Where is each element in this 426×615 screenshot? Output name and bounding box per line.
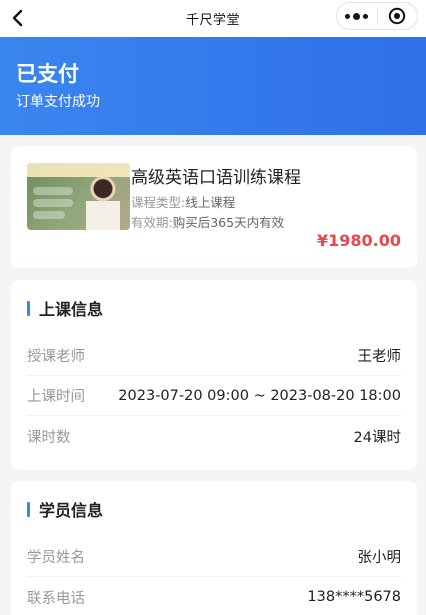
course-validity-label: 有效期: bbox=[131, 215, 173, 230]
close-miniprogram-button[interactable] bbox=[378, 3, 418, 29]
row-value: 王老师 bbox=[357, 349, 402, 365]
chevron-left-icon bbox=[12, 9, 23, 27]
section-title: 学员信息 bbox=[39, 501, 104, 520]
row-value: 2023-07-20 09:00 ~ 2023-08-20 18:00 bbox=[118, 387, 401, 404]
class-info-card: 上课信息 授课老师 王老师 上课时间 2023-07-20 09:00 ~ 20… bbox=[11, 280, 417, 470]
row-label: 课时数 bbox=[27, 429, 71, 446]
student-info-card: 学员信息 学员姓名 张小明 联系电话 138****5678 bbox=[11, 481, 417, 615]
info-row-hours: 课时数 24课时 bbox=[27, 416, 401, 456]
info-row-teacher: 授课老师 王老师 bbox=[27, 336, 401, 376]
section-title: 上课信息 bbox=[39, 300, 104, 319]
section-header: 上课信息 bbox=[27, 280, 401, 336]
section-accent-bar bbox=[27, 300, 30, 316]
course-name: 高级英语口语训练课程 bbox=[131, 168, 301, 188]
info-row-student-name: 学员姓名 张小明 bbox=[27, 537, 401, 577]
row-value: 138****5678 bbox=[307, 589, 401, 605]
course-thumbnail bbox=[27, 163, 130, 230]
payment-status-banner: 已支付 订单支付成功 bbox=[0, 37, 426, 135]
section-header: 学员信息 bbox=[27, 481, 401, 537]
course-type: 课程类型:线上课程 bbox=[131, 192, 235, 211]
navigation-bar: 千尺学堂 bbox=[0, 0, 426, 37]
row-label: 联系电话 bbox=[27, 590, 85, 607]
course-type-label: 课程类型: bbox=[131, 195, 186, 210]
course-type-value: 线上课程 bbox=[185, 195, 236, 210]
back-button[interactable] bbox=[6, 6, 28, 30]
section-accent-bar bbox=[27, 501, 30, 517]
status-title: 已支付 bbox=[16, 62, 79, 86]
row-value: 24课时 bbox=[353, 429, 401, 446]
more-menu-button[interactable] bbox=[337, 3, 377, 29]
row-label: 授课老师 bbox=[27, 349, 85, 365]
course-validity-value: 购买后365天内有效 bbox=[172, 215, 285, 230]
row-label: 上课时间 bbox=[27, 389, 85, 405]
info-row-phone: 联系电话 138****5678 bbox=[27, 577, 401, 615]
row-label: 学员姓名 bbox=[27, 550, 85, 566]
more-dots-icon bbox=[345, 12, 369, 20]
target-close-icon bbox=[389, 7, 406, 25]
course-price: ¥1980.00 bbox=[316, 231, 401, 250]
course-validity: 有效期:购买后365天内有效 bbox=[131, 212, 284, 231]
mini-program-capsule bbox=[336, 2, 418, 30]
page-title: 千尺学堂 bbox=[185, 13, 240, 28]
status-subtitle: 订单支付成功 bbox=[16, 94, 100, 110]
row-value: 张小明 bbox=[357, 550, 402, 566]
info-row-time: 上课时间 2023-07-20 09:00 ~ 2023-08-20 18:00 bbox=[27, 376, 401, 416]
